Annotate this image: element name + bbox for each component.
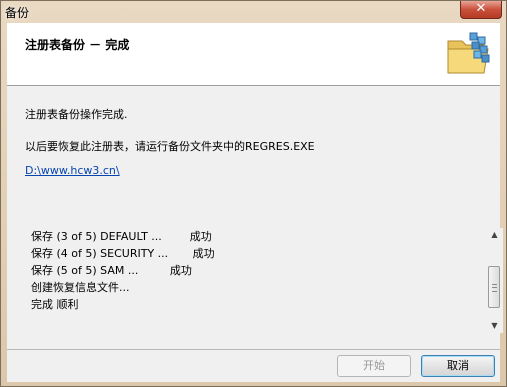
folder-registry-icon bbox=[447, 32, 490, 74]
page-title: 注册表备份 － 完成 bbox=[25, 38, 130, 52]
progress-log[interactable]: 保存 (3 of 5) DEFAULT ... 成功 保存 (4 of 5) S… bbox=[25, 228, 503, 333]
wizard-header: 注册表备份 － 完成 bbox=[7, 23, 500, 86]
log-line: 保存 (4 of 5) SECURITY ... 成功 bbox=[31, 247, 215, 260]
scroll-down-arrow-icon[interactable]: ▼ bbox=[486, 319, 503, 333]
log-line: 保存 (5 of 5) SAM ... 成功 bbox=[31, 264, 192, 277]
start-button[interactable]: 开始 bbox=[337, 355, 411, 377]
close-button[interactable]: ✕ bbox=[460, 1, 502, 19]
restore-instructions: 以后要恢复此注册表，请运行备份文件夹中的REGRES.EXE bbox=[25, 140, 315, 153]
backup-dialog: 备份 ✕ 注册表备份 － 完成 注册表备份操作完成. 以后要恢复此注册表，请运行… bbox=[0, 0, 507, 387]
title-bar[interactable]: 备份 ✕ bbox=[1, 1, 506, 23]
backup-folder-link[interactable]: D:\www.hcw3.cn\ bbox=[25, 164, 120, 177]
log-scrollbar[interactable]: ▲ ▼ bbox=[486, 228, 503, 333]
window-title: 备份 bbox=[5, 6, 30, 20]
scrollbar-thumb[interactable] bbox=[488, 266, 500, 308]
log-line: 保存 (3 of 5) DEFAULT ... 成功 bbox=[31, 230, 212, 243]
scroll-up-arrow-icon[interactable]: ▲ bbox=[486, 228, 503, 242]
cancel-button[interactable]: 取消 bbox=[421, 355, 495, 377]
completion-message: 注册表备份操作完成. bbox=[25, 108, 128, 121]
button-bar: 开始 取消 bbox=[7, 350, 500, 382]
log-line: 完成 顺利 bbox=[31, 298, 79, 311]
wizard-body: 注册表备份操作完成. 以后要恢复此注册表，请运行备份文件夹中的REGRES.EX… bbox=[7, 86, 503, 350]
log-line: 创建恢复信息文件... bbox=[31, 281, 130, 294]
